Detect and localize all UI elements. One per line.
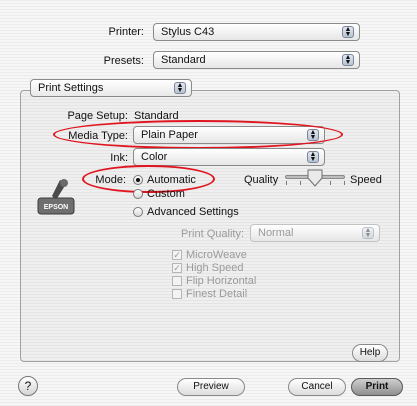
presets-value: Standard <box>161 54 206 66</box>
media-type-value: Plain Paper <box>141 129 198 141</box>
printer-value: Stylus C43 <box>161 26 215 38</box>
popup-arrows-icon: ▲ ▼ <box>307 129 319 141</box>
mode-label: Mode: <box>95 174 126 186</box>
popup-arrows-icon: ▲ ▼ <box>307 151 319 163</box>
print-quality-label: Print Quality: <box>181 228 244 240</box>
mode-custom-label: Custom <box>147 188 185 200</box>
popup-arrows-icon: ▲ ▼ <box>342 26 354 38</box>
printer-popup[interactable]: Stylus C43 ▲ ▼ <box>153 23 360 41</box>
ink-label: Ink: <box>110 152 128 164</box>
ink-value: Color <box>141 151 168 163</box>
media-type-popup[interactable]: Plain Paper ▲ ▼ <box>133 126 325 144</box>
print-button[interactable]: Print <box>351 378 403 396</box>
presets-popup[interactable]: Standard ▲ ▼ <box>153 51 360 69</box>
popup-arrows-icon: ▲ ▼ <box>342 54 354 66</box>
print-quality-value: Normal <box>258 227 294 239</box>
pane-value: Print Settings <box>38 82 104 94</box>
epson-printer-icon <box>37 179 75 215</box>
finest-detail-label: Finest Detail <box>186 288 248 300</box>
slider-tick <box>286 181 287 185</box>
mode-custom-radio[interactable] <box>133 189 143 199</box>
page-setup-value: Standard <box>134 110 179 122</box>
epson-logo-text: EPSON <box>43 204 69 211</box>
cancel-button[interactable]: Cancel <box>288 378 346 396</box>
preview-button[interactable]: Preview <box>177 378 245 396</box>
help-button[interactable]: Help <box>352 344 388 362</box>
mode-automatic-radio[interactable] <box>133 175 143 185</box>
quality-label: Quality <box>244 174 279 186</box>
media-type-label: Media Type: <box>68 130 128 142</box>
flip-horizontal-label: Flip Horizontal <box>186 275 257 287</box>
high-speed-label: High Speed <box>186 262 244 274</box>
mode-advanced-label: Advanced Settings <box>147 206 239 218</box>
microweave-label: MicroWeave <box>186 249 247 261</box>
popup-arrows-icon: ▲ ▼ <box>174 82 186 94</box>
mode-automatic-label: Automatic <box>147 174 196 186</box>
slider-tick <box>300 181 301 185</box>
presets-label: Presets: <box>103 55 144 67</box>
mode-advanced-radio[interactable] <box>133 207 143 217</box>
slider-thumb-icon[interactable] <box>307 169 323 187</box>
slider-tick <box>330 181 331 185</box>
finest-detail-checkbox[interactable] <box>172 289 182 299</box>
high-speed-checkbox[interactable]: ✓ <box>172 263 182 273</box>
print-quality-popup[interactable]: Normal ▲ ▼ <box>250 224 380 242</box>
help-question-icon[interactable]: ? <box>18 376 38 396</box>
page-setup-label: Page Setup: <box>67 110 128 122</box>
microweave-checkbox[interactable]: ✓ <box>172 250 182 260</box>
slider-tick <box>344 181 345 185</box>
printer-label: Printer: <box>108 26 144 38</box>
flip-horizontal-checkbox[interactable] <box>172 276 182 286</box>
popup-arrows-icon: ▲ ▼ <box>362 227 374 239</box>
pane-popup[interactable]: Print Settings ▲ ▼ <box>30 79 192 97</box>
ink-popup[interactable]: Color ▲ ▼ <box>133 148 325 166</box>
speed-label: Speed <box>350 174 382 186</box>
